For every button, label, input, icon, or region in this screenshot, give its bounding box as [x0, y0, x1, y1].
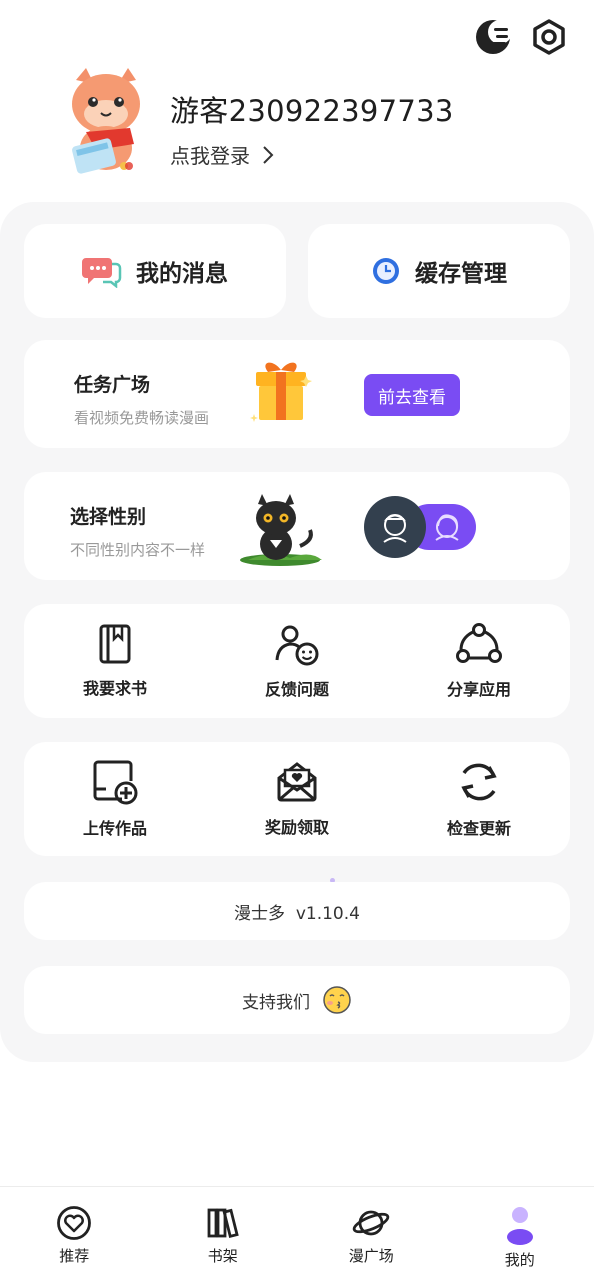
- reward-claim-label: 奖励领取: [264, 818, 329, 837]
- gender-select-title: 选择性别: [70, 506, 147, 528]
- refresh-icon: [461, 763, 497, 801]
- share-app-button[interactable]: 分享应用: [388, 604, 570, 718]
- settings-hex-icon[interactable]: [528, 16, 570, 58]
- gender-select-subtitle: 不同性别内容不一样: [70, 541, 206, 559]
- chevron-right-icon: [263, 145, 274, 164]
- nav-label-recommend: 推荐: [59, 1247, 90, 1265]
- bottom-nav: 推荐 书架 漫广场 我的: [0, 1186, 594, 1280]
- user-icon: [506, 1207, 533, 1245]
- planet-icon: [353, 1210, 390, 1236]
- feedback-label: 反馈问题: [264, 680, 329, 699]
- gender-select-text: 选择性别 不同性别内容不一样: [70, 502, 205, 560]
- check-update-button[interactable]: 检查更新: [388, 742, 570, 856]
- username: 游客230922397733: [170, 94, 454, 128]
- gender-toggle[interactable]: [364, 496, 476, 558]
- cat-illustration: [240, 494, 324, 572]
- task-plaza-subtitle: 看视频免费畅读漫画: [74, 409, 210, 427]
- bookshelf-icon: [207, 1208, 239, 1239]
- clock-icon: [373, 258, 399, 284]
- request-book-button[interactable]: 我要求书: [24, 604, 206, 718]
- tools-row-1: 我要求书 反馈问题 分享应用: [24, 604, 570, 718]
- go-view-button[interactable]: 前去查看: [364, 374, 460, 416]
- cache-management-label: 缓存管理: [415, 261, 507, 287]
- night-mode-icon[interactable]: [472, 16, 514, 58]
- cache-management-button[interactable]: 缓存管理: [308, 224, 570, 318]
- nav-tab-recommend[interactable]: 推荐: [0, 1187, 149, 1280]
- tools-row-2: 上传作品 奖励领取 检查更新: [24, 742, 570, 856]
- nav-label-mine: 我的: [504, 1251, 535, 1269]
- nav-tab-plaza[interactable]: 漫广场: [297, 1187, 446, 1280]
- version-text: 漫士多 v1.10.4: [234, 903, 360, 924]
- male-face-icon: [383, 514, 407, 543]
- support-us-button[interactable]: 支持我们: [24, 966, 570, 1034]
- gift-icon: [250, 356, 312, 430]
- nav-label-plaza: 漫广场: [348, 1247, 394, 1265]
- nav-tab-mine[interactable]: 我的: [446, 1187, 594, 1280]
- reward-claim-button[interactable]: 奖励领取: [206, 742, 388, 856]
- feedback-icon: [275, 625, 319, 666]
- upload-work-button[interactable]: 上传作品: [24, 742, 206, 856]
- check-update-label: 检查更新: [446, 819, 511, 838]
- upload-icon: [93, 760, 138, 805]
- upload-work-label: 上传作品: [82, 819, 147, 838]
- kiss-emoji-icon: [323, 986, 351, 1014]
- toggle-knob-male[interactable]: [364, 496, 426, 558]
- reward-envelope-icon: [277, 762, 317, 802]
- task-plaza-title: 任务广场: [74, 374, 151, 396]
- book-icon: [99, 624, 131, 664]
- support-us-label: 支持我们: [242, 992, 310, 1013]
- female-face-icon[interactable]: [430, 510, 464, 548]
- share-icon: [456, 623, 502, 663]
- version-row: 漫士多 v1.10.4: [24, 882, 570, 940]
- share-app-label: 分享应用: [446, 680, 511, 699]
- task-plaza-text: 任务广场 看视频免费畅读漫画: [74, 370, 209, 428]
- nav-label-bookshelf: 书架: [207, 1247, 238, 1265]
- feedback-button[interactable]: 反馈问题: [206, 604, 388, 718]
- request-book-label: 我要求书: [82, 679, 147, 698]
- login-label: 点我登录: [170, 144, 250, 168]
- my-messages-button[interactable]: 我的消息: [24, 224, 286, 318]
- login-link[interactable]: 点我登录: [170, 140, 274, 169]
- chat-bubble-icon: [82, 258, 122, 288]
- heart-circle-icon: [57, 1206, 92, 1240]
- avatar[interactable]: [66, 66, 146, 176]
- my-messages-label: 我的消息: [136, 261, 228, 287]
- nav-tab-bookshelf[interactable]: 书架: [149, 1187, 298, 1280]
